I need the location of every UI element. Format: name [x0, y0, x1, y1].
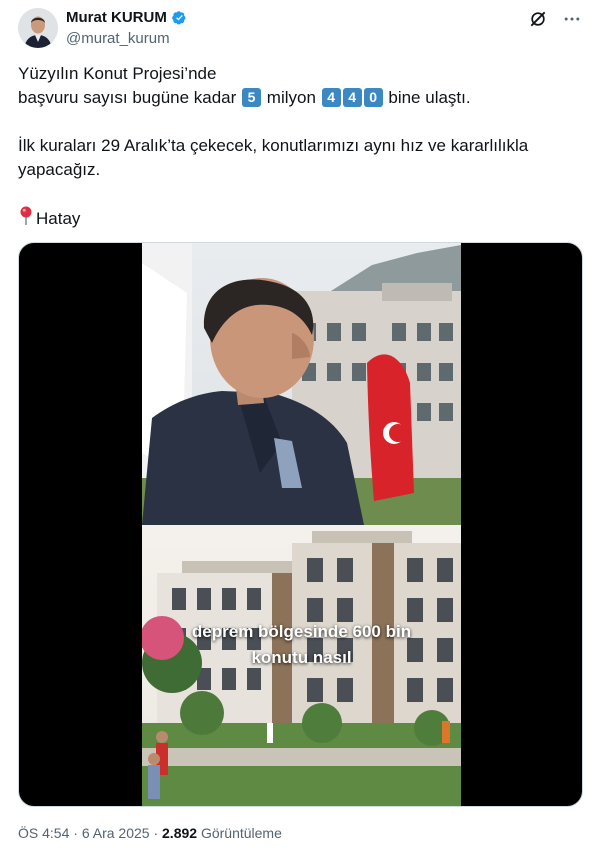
tweet-line-2-start: başvuru sayısı bugüne kadar: [18, 88, 237, 107]
keycap-four: 4: [321, 88, 341, 107]
views-count: 2.892: [162, 825, 198, 841]
keycap-five: 5: [242, 88, 262, 107]
grok-icon-glyph: [530, 11, 546, 27]
video-player[interactable]: deprem bölgesinde 600 bin konutu nasıl: [18, 242, 583, 807]
tweet-line-2: başvuru sayısı bugüne kadar 5 milyon 440…: [18, 86, 578, 110]
video-frame[interactable]: deprem bölgesinde 600 bin konutu nasıl: [142, 243, 461, 806]
more-options-glyph: [564, 17, 580, 21]
tweet-line-2-milyon: milyon: [266, 88, 316, 107]
author-name[interactable]: Murat KURUM: [66, 9, 167, 26]
tweet-text: Yüzyılın Konut Projesi’nde başvuru sayıs…: [18, 62, 578, 231]
avatar-photo: [18, 8, 58, 48]
round-pushpin-icon: [20, 206, 32, 225]
avatar[interactable]: [18, 8, 58, 48]
tweet-meta: ÖS 4:54 · 6 Ara 2025 · 2.892 Görüntüleme: [18, 825, 282, 841]
tweet-time[interactable]: ÖS 4:54: [18, 825, 69, 841]
tweet-location: Hatay: [18, 206, 578, 231]
keycap-four: 4: [342, 88, 362, 107]
views-label: Görüntüleme: [200, 825, 282, 841]
video-caption: deprem bölgesinde 600 bin konutu nasıl: [142, 619, 461, 671]
location-label: Hatay: [36, 209, 81, 228]
meta-separator: ·: [153, 825, 159, 841]
video-still: [142, 243, 461, 806]
tweet-line-3: İlk kuraları 29 Aralık’ta çekecek, konut…: [18, 136, 529, 179]
more-options-icon[interactable]: [562, 9, 582, 29]
grok-icon[interactable]: [528, 9, 548, 29]
tweet-line-2-end: bine ulaştı.: [388, 88, 471, 107]
keycap-zero: 0: [363, 88, 383, 107]
meta-separator: ·: [73, 825, 78, 841]
author-handle[interactable]: @murat_kurum: [66, 30, 170, 47]
tweet-line-1: Yüzyılın Konut Projesi’nde: [18, 64, 217, 83]
tweet-date[interactable]: 6 Ara 2025: [82, 825, 150, 841]
caption-line-1: deprem bölgesinde 600 bin: [191, 622, 412, 641]
verified-badge-icon: [171, 11, 186, 25]
caption-line-2: konutu nasıl: [251, 648, 352, 667]
